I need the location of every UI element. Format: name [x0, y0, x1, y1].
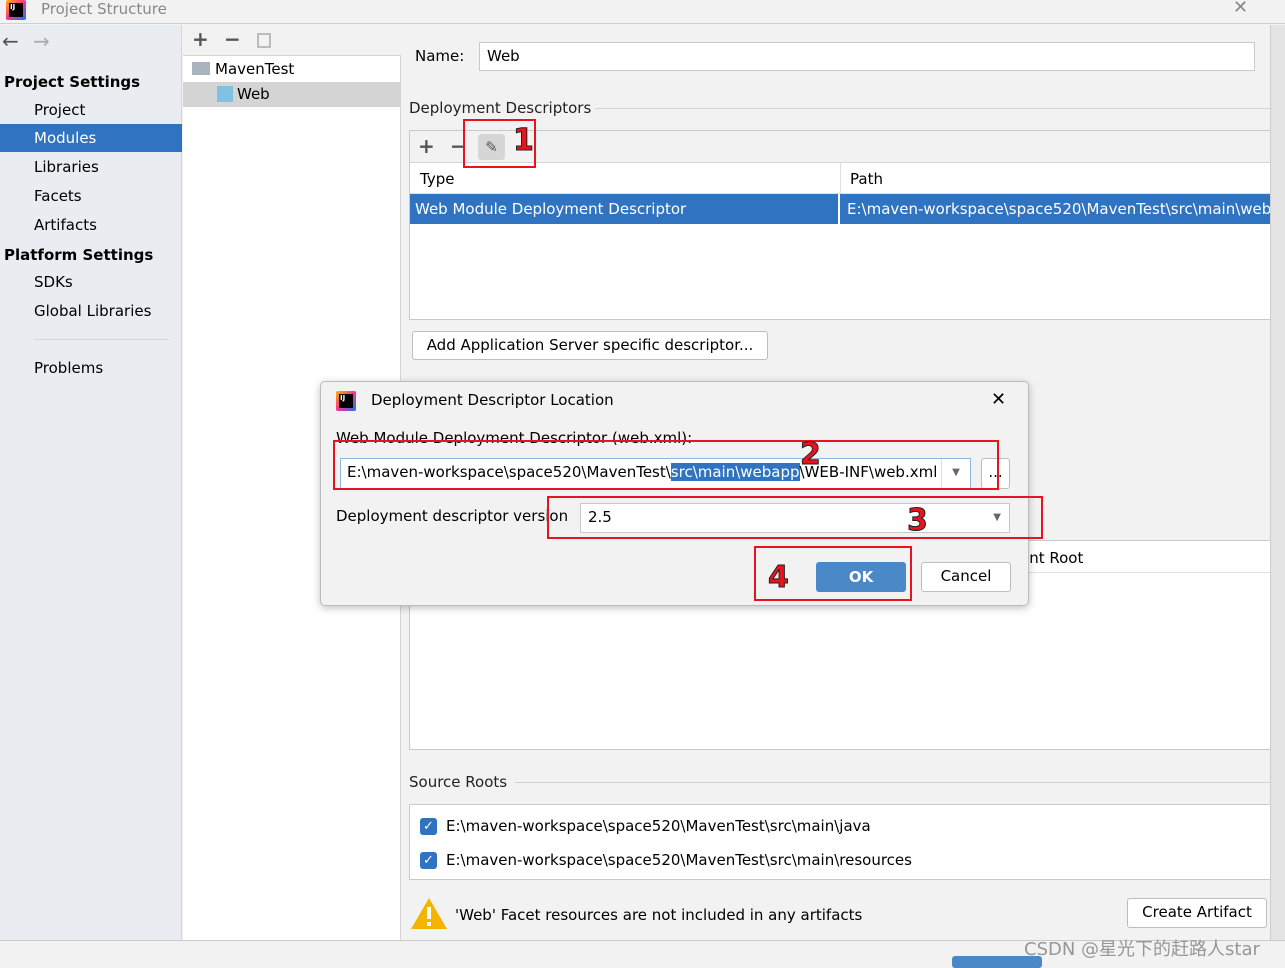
sidebar-item-libraries[interactable]: Libraries [0, 153, 182, 181]
divider [515, 782, 1270, 783]
title-bar: IJ Project Structure ✕ [0, 0, 1285, 24]
sidebar-item-project[interactable]: Project [0, 96, 182, 124]
warning-icon [411, 898, 447, 929]
tree-item-label: Web [237, 85, 270, 103]
back-arrow-icon[interactable]: ← [2, 29, 19, 53]
deployment-descriptor-location-dialog: IJ Deployment Descriptor Location ✕ Web … [320, 381, 1029, 606]
annotation-box-3 [547, 496, 1043, 539]
intellij-logo-icon: IJ [336, 391, 356, 411]
source-root-checkbox[interactable]: ✓ [420, 818, 437, 835]
watermark: CSDN @星光下的赶路人star [1024, 939, 1260, 960]
divider [34, 339, 169, 340]
annotation-number-2: 2 [800, 437, 822, 473]
tree-item-label: MavenTest [215, 60, 295, 78]
annotation-number-4: 4 [768, 560, 790, 596]
column-type[interactable]: Type [420, 170, 454, 188]
annotation-number-1: 1 [513, 123, 535, 159]
sidebar-item-global-libraries[interactable]: Global Libraries [0, 297, 182, 325]
cancel-button[interactable]: Cancel [921, 562, 1011, 592]
sidebar-item-problems[interactable]: Problems [0, 354, 182, 382]
annotation-number-3: 3 [907, 503, 929, 539]
column-relative-root[interactable]: ent Root [1020, 549, 1083, 567]
remove-module-button[interactable]: − [224, 27, 241, 51]
source-root-path: E:\maven-workspace\space520\MavenTest\sr… [446, 817, 871, 835]
source-roots-title: Source Roots [409, 773, 508, 791]
sidebar-item-modules[interactable]: Modules [0, 124, 182, 152]
section-project-settings: Project Settings [4, 73, 141, 91]
create-artifact-button[interactable]: Create Artifact [1127, 898, 1267, 928]
divider [595, 108, 1270, 109]
name-input[interactable]: Web [479, 42, 1255, 71]
annotation-box-2 [333, 440, 999, 490]
folder-icon [192, 62, 210, 75]
copy-icon[interactable] [257, 33, 271, 48]
source-root-checkbox[interactable]: ✓ [420, 852, 437, 869]
sidebar-item-artifacts[interactable]: Artifacts [0, 211, 182, 239]
source-root-path: E:\maven-workspace\space520\MavenTest\sr… [446, 851, 912, 869]
table-toolbar: + − ✎ [410, 131, 1280, 163]
background-window-edge [1270, 25, 1285, 940]
close-window-button[interactable]: ✕ [1233, 0, 1248, 18]
sidebar-item-facets[interactable]: Facets [0, 182, 182, 210]
deployment-descriptors-table: + − ✎ Type Path Web Module Deployment De… [409, 130, 1280, 320]
forward-arrow-icon[interactable]: → [33, 29, 50, 53]
source-roots-list: ✓ E:\maven-workspace\space520\MavenTest\… [409, 804, 1279, 880]
window-title: Project Structure [41, 0, 167, 18]
intellij-logo-icon: IJ [6, 0, 26, 20]
section-platform-settings: Platform Settings [4, 246, 154, 264]
version-label: Deployment descriptor version [336, 507, 569, 525]
deployment-descriptors-title: Deployment Descriptors [409, 99, 592, 117]
column-path[interactable]: Path [850, 170, 883, 188]
add-module-button[interactable]: + [192, 27, 209, 51]
tree-item-maventest[interactable]: MavenTest [183, 57, 401, 82]
sidebar-item-sdks[interactable]: SDKs [0, 268, 182, 296]
warning-text: 'Web' Facet resources are not included i… [455, 906, 863, 924]
tree-toolbar: + − [183, 25, 401, 56]
row-type: Web Module Deployment Descriptor [415, 200, 687, 218]
tree-item-web[interactable]: Web [183, 82, 401, 107]
table-header: Type Path [410, 163, 1280, 194]
row-path: E:\maven-workspace\space520\MavenTest\sr… [847, 200, 1280, 218]
table-row[interactable]: Web Module Deployment Descriptor E:\mave… [410, 194, 1280, 224]
web-facet-icon [217, 86, 233, 102]
add-descriptor-button[interactable]: + [418, 134, 435, 158]
dialog-close-button[interactable]: ✕ [991, 389, 1006, 410]
add-server-descriptor-button[interactable]: Add Application Server specific descript… [412, 331, 768, 360]
sidebar: ← → Project Settings Project Modules Lib… [0, 25, 182, 940]
name-label: Name: [415, 47, 465, 65]
dialog-title: Deployment Descriptor Location [371, 391, 614, 409]
